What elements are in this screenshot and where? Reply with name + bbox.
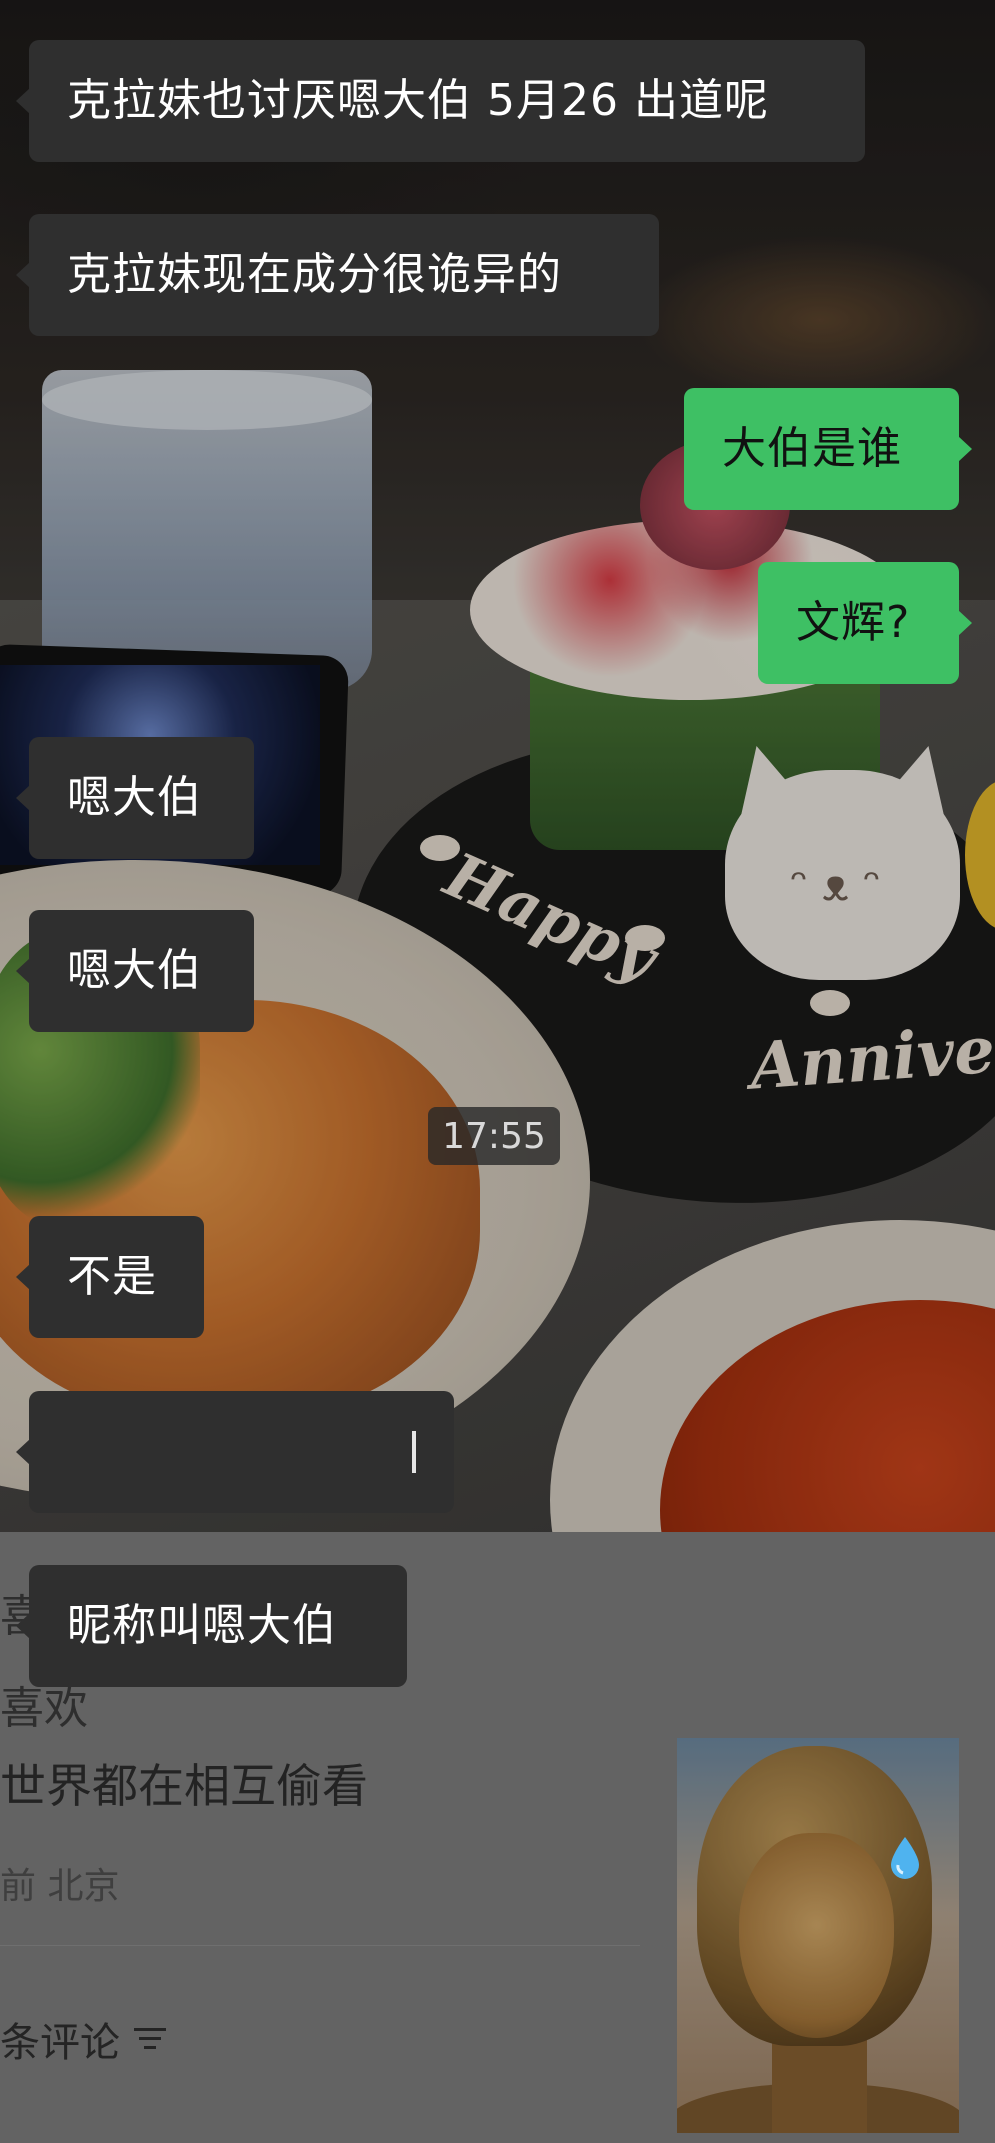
message-text: 克拉妹现在成分很诡异的 xyxy=(67,249,562,300)
chat-bubble-incoming-blank[interactable] xyxy=(16,1391,454,1513)
message-text: 克拉妹也讨厌嗯大伯 5月26 出道呢 xyxy=(67,75,769,126)
comments-sort-button[interactable]: 条评论 xyxy=(0,2010,166,2068)
chat-bubble-incoming[interactable]: 不是 xyxy=(16,1216,204,1338)
chat-bubble-outgoing[interactable]: 大伯是谁 xyxy=(684,388,972,510)
comments-label: 条评论 xyxy=(0,2020,120,2066)
message-text: 昵称叫嗯大伯 xyxy=(67,1600,337,1651)
chat-bubble-incoming[interactable]: 嗯大伯 xyxy=(16,910,254,1032)
message-text: 嗯大伯 xyxy=(67,945,202,996)
message-text: 嗯大伯 xyxy=(67,772,202,823)
message-timestamp: 17:55 xyxy=(428,1107,560,1165)
chat-bubble-incoming[interactable]: 克拉妹现在成分很诡异的 xyxy=(16,214,659,336)
text-caret xyxy=(412,1431,416,1473)
message-text: 大伯是谁 xyxy=(722,423,902,474)
thumbnail-dim xyxy=(677,1738,959,2133)
message-text: 不是 xyxy=(67,1251,157,1302)
feed-post-meta: 前 北京 xyxy=(0,1866,120,1907)
chat-bubble-outgoing[interactable]: 文辉? xyxy=(758,562,972,684)
feed-post-title: 世界都在相互偷看 xyxy=(0,1759,368,1813)
feed-divider xyxy=(0,1945,640,1946)
sweat-drop-icon xyxy=(891,1837,919,1879)
chat-bubble-incoming[interactable]: 嗯大伯 xyxy=(16,737,254,859)
message-text: 文辉? xyxy=(796,597,911,648)
chat-bubble-incoming[interactable]: 昵称叫嗯大伯 xyxy=(16,1565,407,1687)
filter-icon xyxy=(134,2026,166,2052)
chat-bubble-incoming[interactable]: 克拉妹也讨厌嗯大伯 5月26 出道呢 xyxy=(16,40,865,162)
